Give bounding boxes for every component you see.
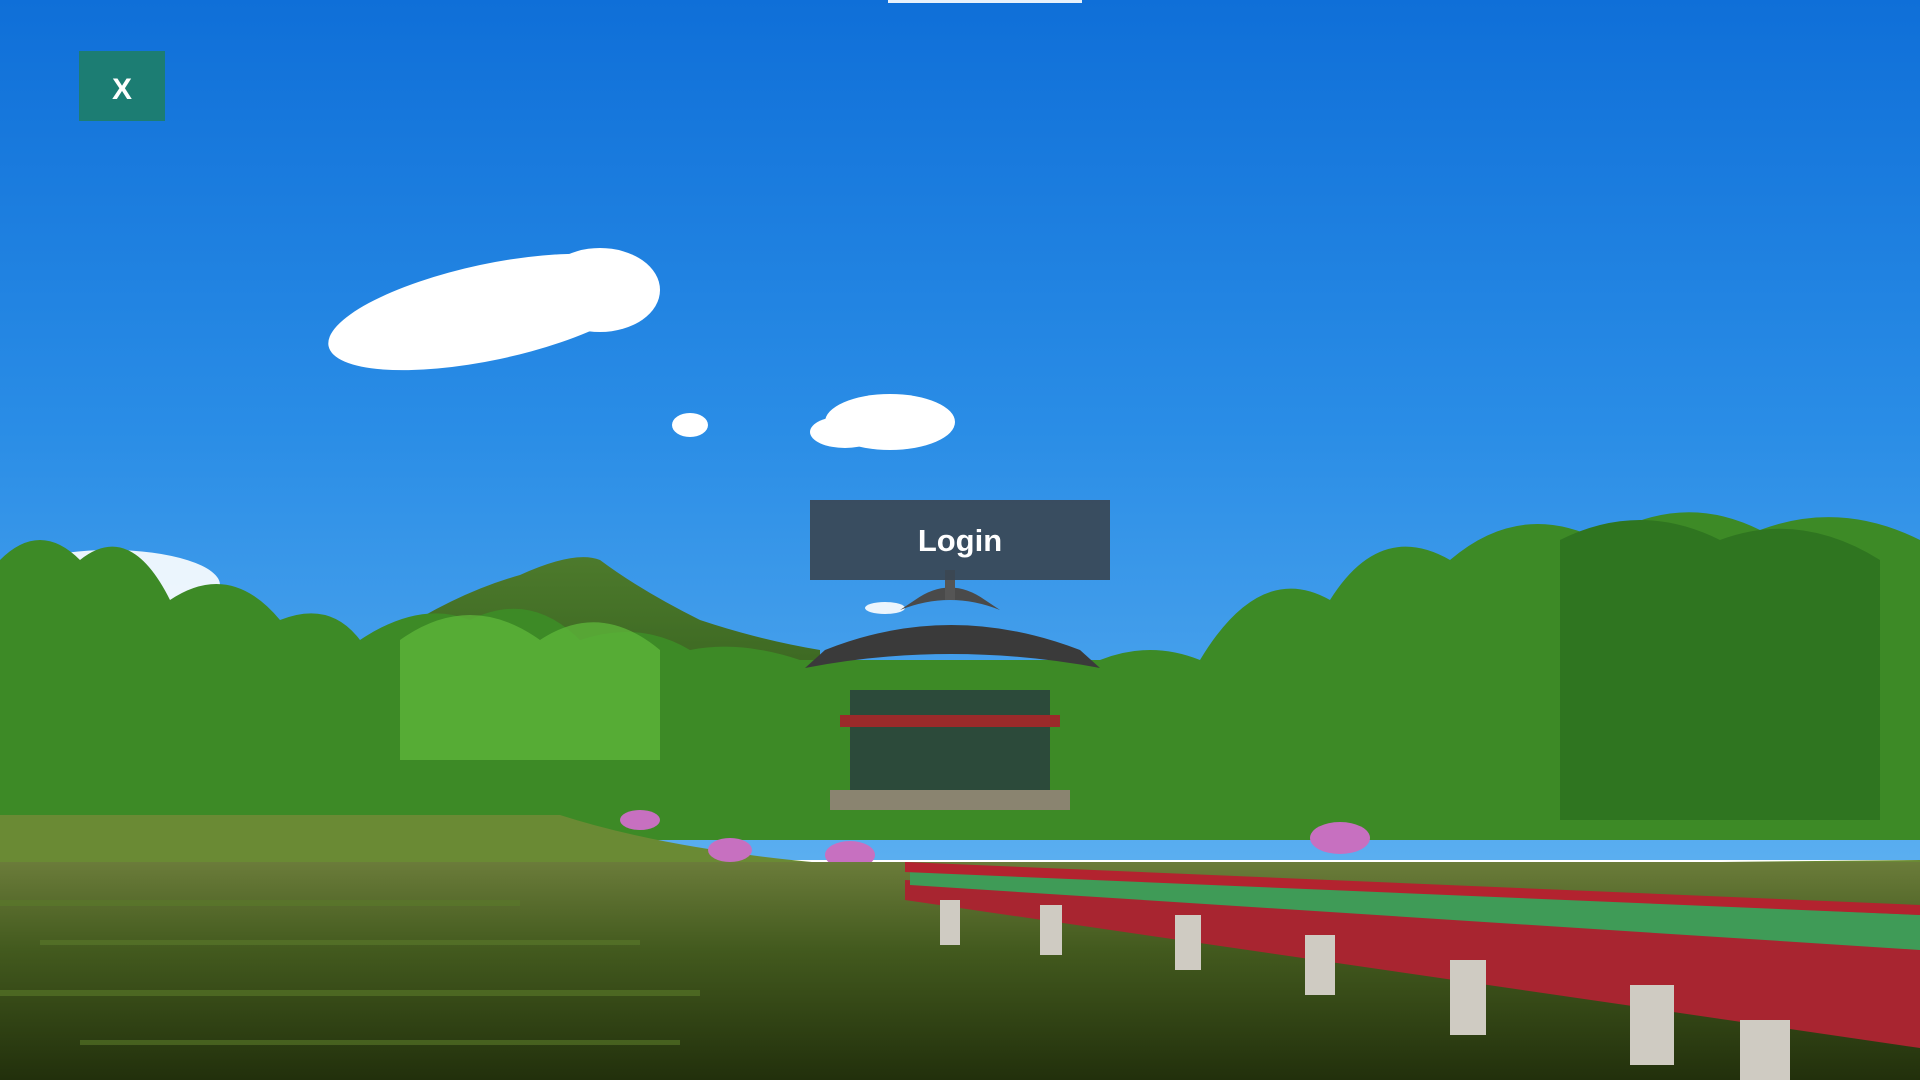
- login-button[interactable]: Login: [810, 500, 1110, 580]
- login-screen: X Login: [0, 0, 1920, 1080]
- tree-line-highlights: [400, 615, 660, 760]
- close-button[interactable]: X: [79, 51, 165, 121]
- top-indicator-tab: [888, 0, 1082, 3]
